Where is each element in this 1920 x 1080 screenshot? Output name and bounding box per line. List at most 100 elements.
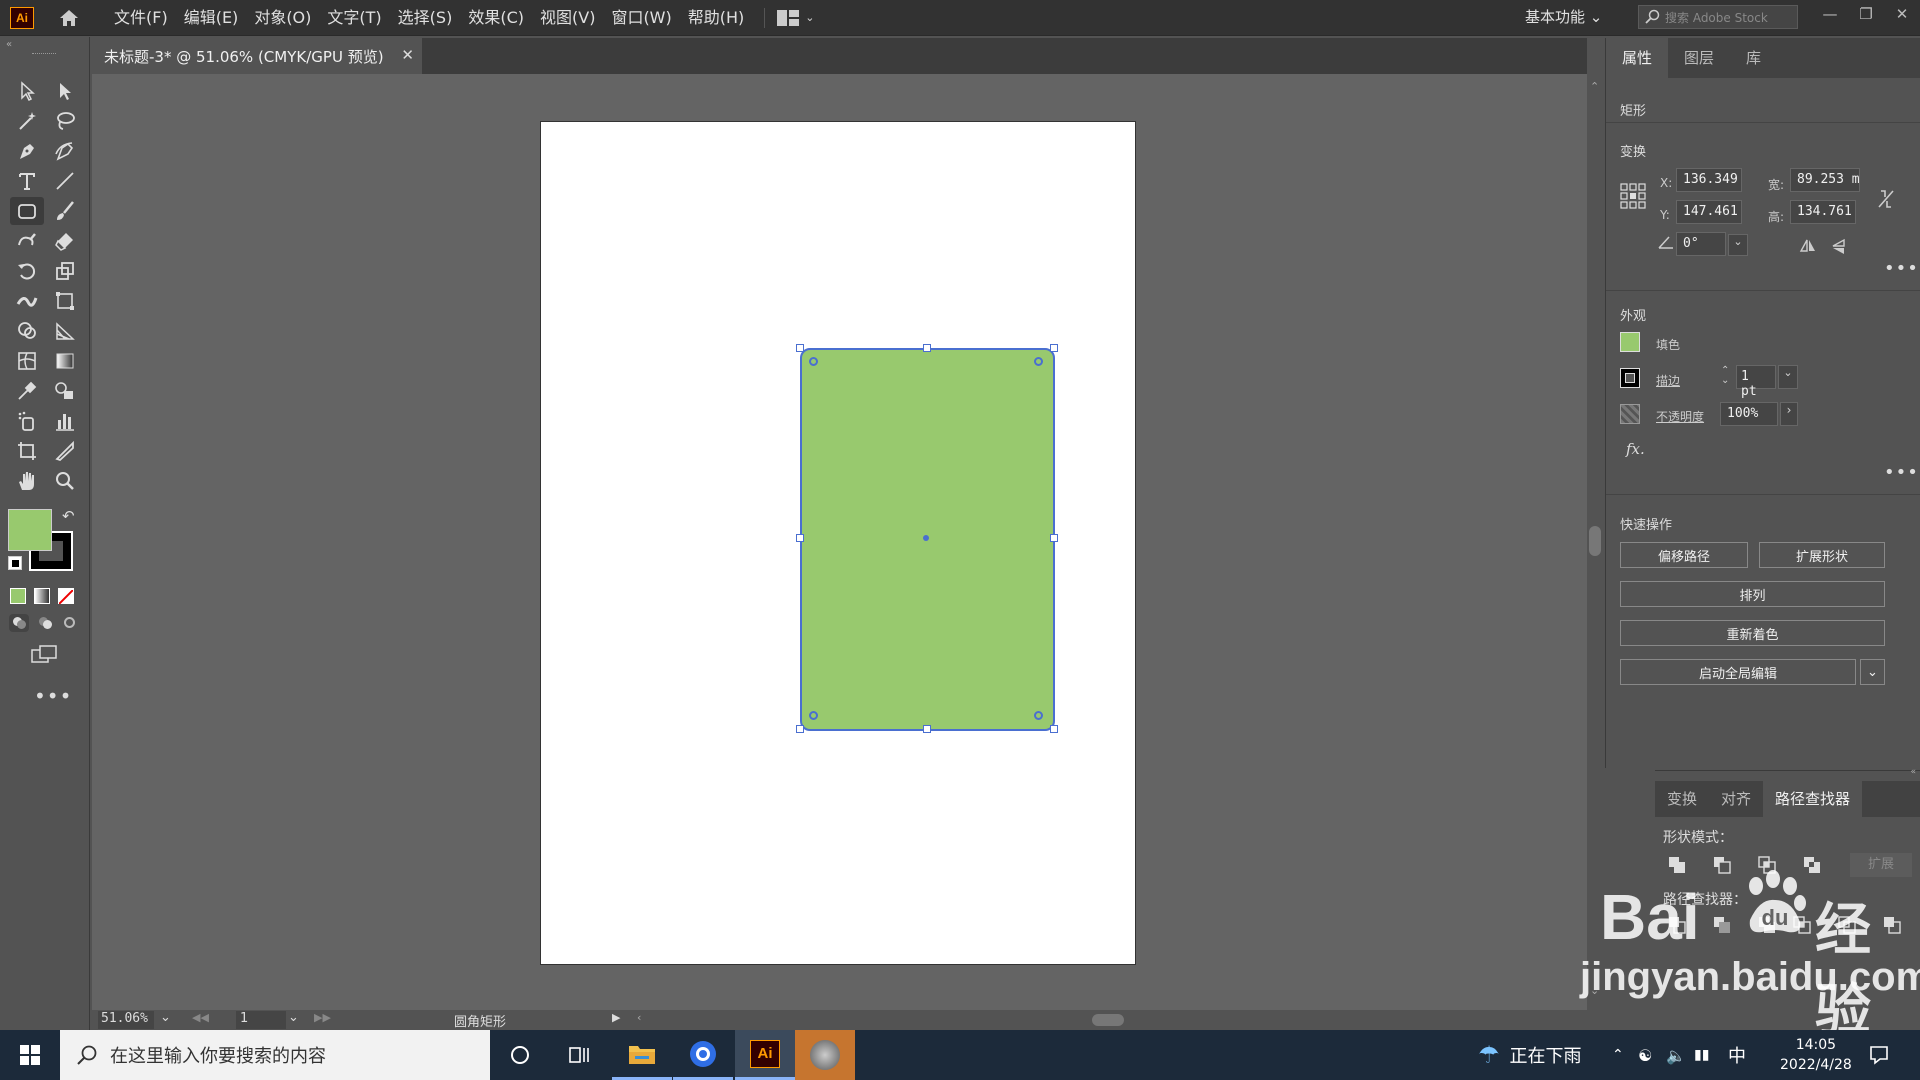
rotate-tool-icon[interactable]	[10, 257, 44, 285]
expand-button[interactable]: 扩展	[1850, 853, 1912, 877]
fill-color-swatch[interactable]	[1620, 332, 1640, 352]
restore-icon[interactable]: ❐	[1848, 0, 1884, 28]
width-tool-icon[interactable]	[10, 287, 44, 315]
file-explorer-icon[interactable]	[612, 1030, 672, 1080]
cortana-icon[interactable]	[490, 1030, 550, 1080]
corner-widget-nw[interactable]	[809, 357, 818, 366]
taskbar-search-input[interactable]: 在这里输入你要搜索的内容	[110, 1042, 326, 1068]
gradient-tool-icon[interactable]	[48, 347, 82, 375]
stock-search[interactable]: 搜索 Adobe Stock	[1638, 5, 1798, 29]
battery-icon[interactable]: ▮▮	[1694, 1030, 1709, 1080]
shaper-tool-icon[interactable]	[10, 227, 44, 255]
home-icon[interactable]	[56, 5, 82, 31]
task-view-icon[interactable]	[550, 1030, 610, 1080]
stroke-label[interactable]: 描边	[1656, 372, 1680, 389]
horizontal-scrollbar-thumb[interactable]	[1092, 1014, 1124, 1026]
expand-shape-button[interactable]: 扩展形状	[1759, 542, 1885, 568]
menu-edit[interactable]: 编辑(E)	[176, 0, 247, 36]
angle-field[interactable]: 0°	[1676, 232, 1726, 256]
opacity-label[interactable]: 不透明度	[1656, 408, 1704, 425]
column-graph-tool-icon[interactable]	[48, 407, 82, 435]
corner-widget-sw[interactable]	[809, 711, 818, 720]
media-app-icon[interactable]	[795, 1030, 855, 1080]
tab-properties[interactable]: 属性	[1606, 38, 1669, 78]
menu-object[interactable]: 对象(O)	[246, 0, 319, 36]
flip-horizontal-icon[interactable]	[1799, 238, 1817, 258]
stroke-color-swatch[interactable]	[1620, 368, 1640, 388]
y-field[interactable]: 147.461	[1676, 200, 1742, 224]
minimize-icon[interactable]: —	[1812, 0, 1848, 28]
resize-handle-n[interactable]	[923, 344, 931, 352]
scroll-left-icon[interactable]: ‹	[637, 1011, 641, 1024]
slice-tool-icon[interactable]	[48, 437, 82, 465]
tab-pathfinder[interactable]: 路径查找器	[1763, 781, 1863, 817]
fill-swatch[interactable]	[8, 509, 52, 551]
menu-help[interactable]: 帮助(H)	[680, 0, 753, 36]
app-logo[interactable]: Ai	[10, 6, 34, 29]
stroke-weight-field[interactable]: 1 pt	[1736, 365, 1776, 399]
weather-widget[interactable]: ☂ 正在下雨	[1478, 1030, 1582, 1080]
corner-widget-ne[interactable]	[1034, 357, 1043, 366]
chevron-right-icon[interactable]: ›	[1780, 402, 1798, 426]
draw-normal-icon[interactable]	[9, 614, 29, 632]
workspace-switcher[interactable]: 基本功能 ⌄	[1525, 6, 1602, 27]
height-field[interactable]: 134.761	[1790, 200, 1856, 224]
resize-handle-w[interactable]	[796, 534, 804, 542]
draw-behind-icon[interactable]	[35, 614, 55, 632]
minus-front-icon[interactable]	[1712, 855, 1732, 879]
scale-tool-icon[interactable]	[48, 257, 82, 285]
resize-handle-ne[interactable]	[1050, 344, 1058, 352]
rectangle-tool-icon[interactable]	[10, 197, 44, 225]
reference-point-icon[interactable]	[1620, 183, 1646, 213]
eraser-tool-icon[interactable]	[48, 227, 82, 255]
vertical-scrollbar[interactable]: ⌃ ⌄	[1587, 74, 1603, 1010]
swap-fill-stroke-icon[interactable]: ↶	[62, 507, 75, 525]
blend-tool-icon[interactable]	[48, 377, 82, 405]
gradient-mode-icon[interactable]	[34, 588, 50, 604]
document-tab[interactable]: 未标题-3* @ 51.06% (CMYK/GPU 预览) ✕	[92, 38, 422, 74]
more-tools-icon[interactable]: •••	[34, 684, 72, 708]
resize-handle-sw[interactable]	[796, 725, 804, 733]
chevron-down-icon[interactable]: ⌄	[1860, 659, 1885, 685]
draw-inside-icon[interactable]	[61, 614, 79, 632]
menu-type[interactable]: 文字(T)	[319, 0, 389, 36]
fx-icon[interactable]: fx.	[1626, 440, 1645, 458]
more-options-icon[interactable]: •••	[1884, 258, 1919, 279]
first-page-icon[interactable]: ◀◀	[192, 1011, 209, 1024]
tab-transform[interactable]: 变换	[1655, 781, 1709, 817]
trim-icon[interactable]	[1712, 915, 1732, 939]
curvature-tool-icon[interactable]	[48, 137, 82, 165]
color-mode-icon[interactable]	[10, 588, 26, 604]
taskbar-search[interactable]: 在这里输入你要搜索的内容	[60, 1030, 490, 1080]
stock-search-input[interactable]: 搜索 Adobe Stock	[1665, 9, 1768, 26]
tab-libraries[interactable]: 库	[1730, 38, 1777, 78]
opacity-field[interactable]: 100%	[1720, 402, 1778, 426]
notification-icon[interactable]	[1868, 1030, 1890, 1080]
page-number[interactable]: 1	[236, 1011, 286, 1029]
more-options-icon[interactable]: •••	[1884, 462, 1919, 483]
tab-layers[interactable]: 图层	[1668, 38, 1730, 78]
paintbrush-tool-icon[interactable]	[48, 197, 82, 225]
selection-tool-icon[interactable]	[10, 77, 44, 105]
tab-align[interactable]: 对齐	[1709, 781, 1763, 817]
type-tool-icon[interactable]	[10, 167, 44, 195]
recolor-button[interactable]: 重新着色	[1620, 620, 1885, 646]
magic-wand-tool-icon[interactable]	[10, 107, 44, 135]
width-field[interactable]: 89.253 m	[1790, 168, 1860, 192]
collapse-icon[interactable]: «	[6, 39, 12, 50]
chevron-down-icon[interactable]: ⌄	[1778, 365, 1798, 389]
eyedropper-tool-icon[interactable]	[10, 377, 44, 405]
resize-handle-nw[interactable]	[796, 344, 804, 352]
grip-icon[interactable]	[32, 53, 56, 55]
resize-handle-se[interactable]	[1050, 725, 1058, 733]
menu-window[interactable]: 窗口(W)	[603, 0, 679, 36]
resize-handle-e[interactable]	[1050, 534, 1058, 542]
free-transform-tool-icon[interactable]	[48, 287, 82, 315]
corner-widget-se[interactable]	[1034, 711, 1043, 720]
direct-selection-tool-icon[interactable]	[48, 77, 82, 105]
none-mode-icon[interactable]	[58, 588, 74, 605]
chevron-down-icon[interactable]: ⌄	[288, 1010, 299, 1025]
windows-start-icon[interactable]	[0, 1030, 60, 1080]
lasso-tool-icon[interactable]	[48, 107, 82, 135]
unite-icon[interactable]	[1667, 855, 1687, 879]
